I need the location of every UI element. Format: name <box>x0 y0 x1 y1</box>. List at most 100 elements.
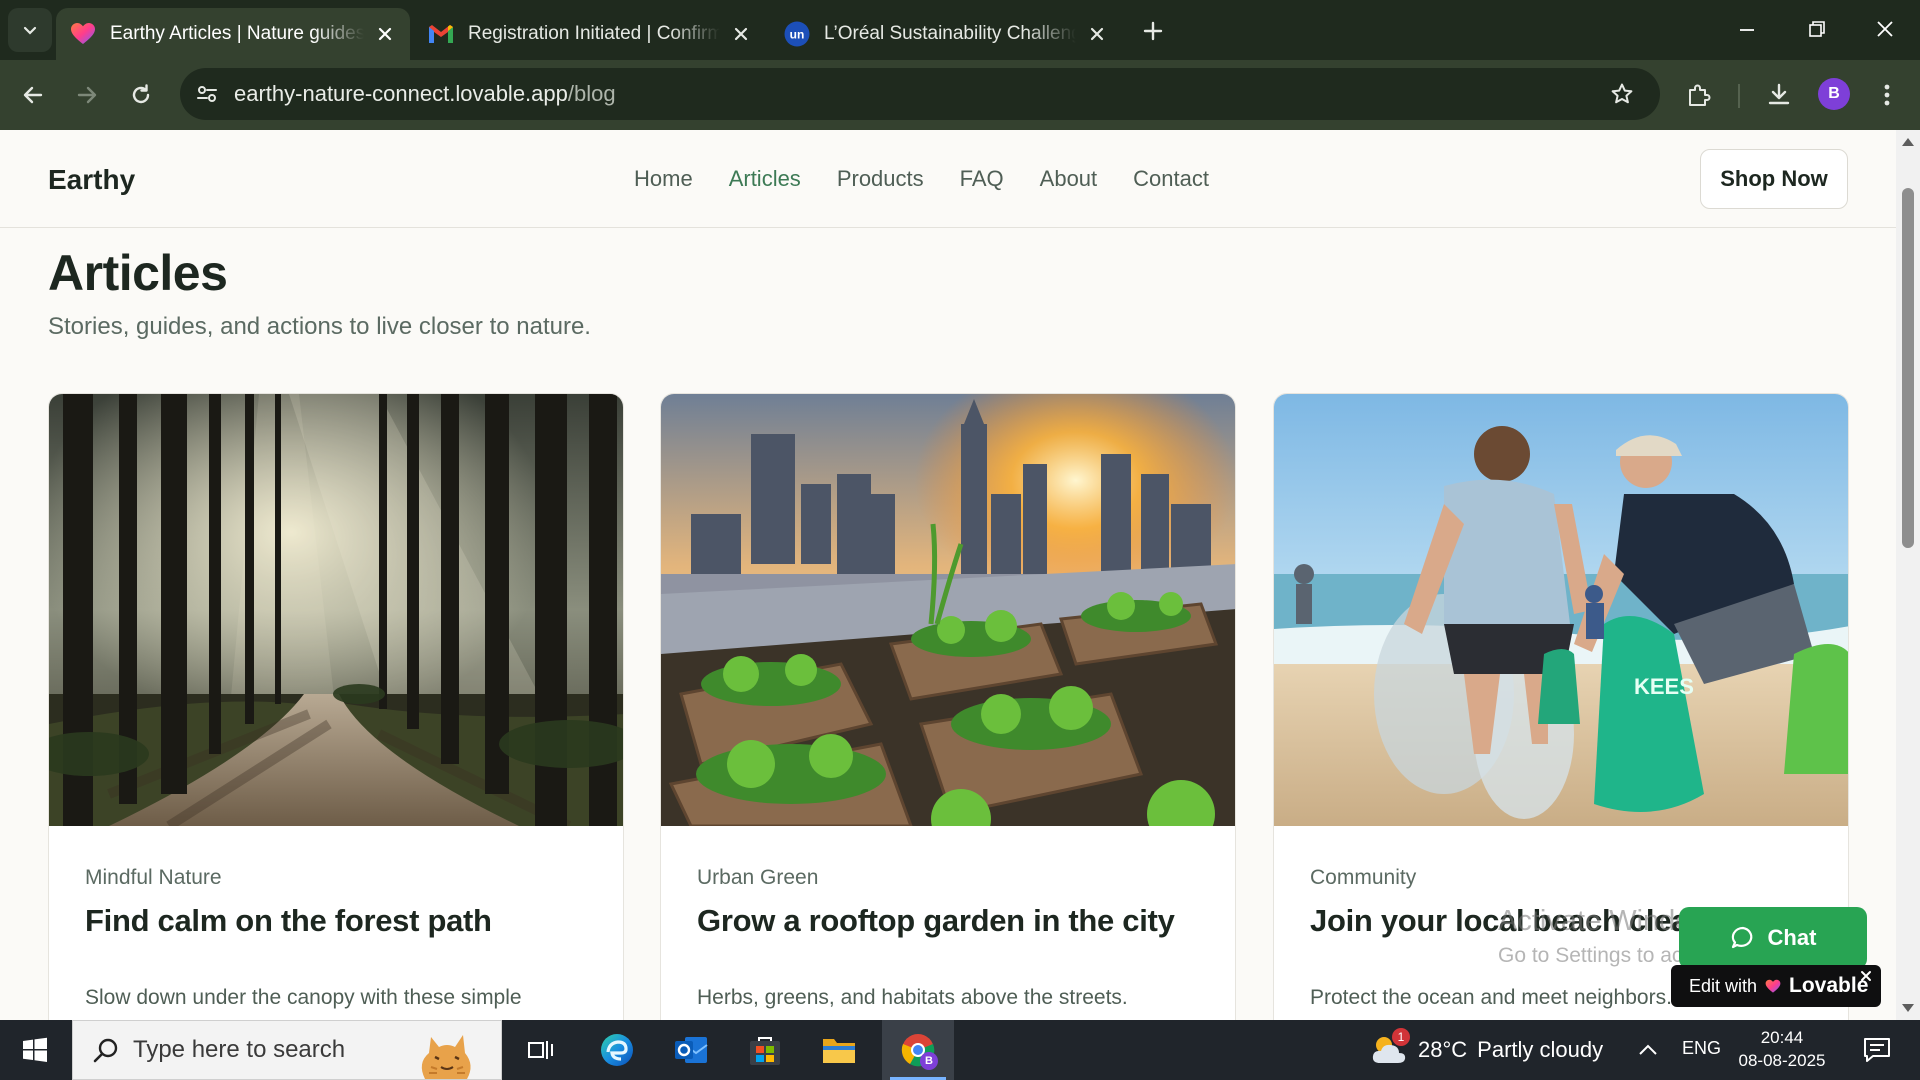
weather-alert-badge: 1 <box>1392 1028 1410 1046</box>
taskbar-outlook[interactable] <box>660 1020 722 1080</box>
weather-widget[interactable]: 1 28°C Partly cloudy <box>1370 1020 1603 1080</box>
chat-label: Chat <box>1767 925 1817 950</box>
svg-text:un: un <box>790 28 805 42</box>
bookmark-star-icon[interactable] <box>1600 72 1644 116</box>
article-category: Community <box>1310 866 1417 889</box>
shop-now-button[interactable]: Shop Now <box>1700 149 1848 209</box>
search-placeholder: Type here to search <box>133 1036 346 1063</box>
nav-home[interactable]: Home <box>634 166 693 192</box>
chevron-down-icon <box>23 26 37 35</box>
minimize-icon <box>1740 29 1754 31</box>
windows-taskbar: Type here to search B 1 28°C Partly clou… <box>0 1020 1920 1080</box>
taskbar-search[interactable]: Type here to search <box>72 1020 502 1080</box>
article-card[interactable]: Urban Green Grow a rooftop garden in the… <box>660 393 1236 1020</box>
forward-button[interactable] <box>64 72 110 118</box>
task-view-icon <box>528 1041 553 1059</box>
page-scrollbar[interactable] <box>1896 130 1920 1020</box>
download-icon <box>1768 83 1790 105</box>
article-excerpt: Herbs, greens, and habitats above the st… <box>697 986 1128 1009</box>
nav-articles[interactable]: Articles <box>729 166 801 192</box>
reload-button[interactable] <box>118 72 164 118</box>
article-excerpt: Slow down under the canopy with these si… <box>85 986 522 1020</box>
taskbar-store[interactable] <box>734 1020 796 1080</box>
url-text[interactable]: earthy-nature-connect.lovable.app/blog <box>234 81 616 107</box>
close-badge-icon[interactable] <box>1857 967 1875 985</box>
notification-center-button[interactable] <box>1852 1020 1902 1080</box>
language-indicator[interactable]: ENG <box>1682 1038 1721 1059</box>
puzzle-icon <box>1689 84 1711 106</box>
start-button[interactable] <box>0 1020 70 1080</box>
scroll-up-arrow-icon[interactable] <box>1900 134 1916 150</box>
tab-title: L’Oréal Sustainability Challenge <box>824 23 1076 44</box>
back-button[interactable] <box>10 72 56 118</box>
new-tab-button[interactable] <box>1136 14 1170 48</box>
minimize-button[interactable] <box>1724 8 1770 50</box>
article-card[interactable]: Mindful Nature Find calm on the forest p… <box>48 393 624 1020</box>
forest-path-image <box>49 394 623 826</box>
article-category: Urban Green <box>697 866 819 889</box>
show-hidden-icons-button[interactable] <box>1628 1020 1668 1080</box>
restore-button[interactable] <box>1794 8 1840 50</box>
url-host: earthy-nature-connect.lovable.app <box>234 81 568 106</box>
close-tab-icon[interactable] <box>374 23 396 45</box>
taskbar-file-explorer[interactable] <box>808 1020 870 1080</box>
lovable-heart-icon <box>70 21 96 47</box>
page-title: Articles <box>48 245 228 301</box>
browser-menu-button[interactable] <box>1864 72 1910 118</box>
site-settings-icon[interactable] <box>184 71 230 117</box>
page-subtitle: Stories, guides, and actions to live clo… <box>48 313 591 340</box>
article-title[interactable]: Grow a rooftop garden in the city <box>697 903 1175 939</box>
nav-faq[interactable]: FAQ <box>960 166 1004 192</box>
brand-logo[interactable]: Earthy <box>48 164 135 196</box>
nav-about[interactable]: About <box>1040 166 1098 192</box>
browser-toolbar: earthy-nature-connect.lovable.app/blog B <box>0 60 1920 130</box>
close-window-button[interactable] <box>1862 8 1908 50</box>
task-view-button[interactable] <box>510 1020 572 1080</box>
notification-icon <box>1864 1038 1890 1062</box>
browser-tab-loreal[interactable]: un L’Oréal Sustainability Challenge <box>770 8 1122 60</box>
edge-browser-icon <box>601 1034 633 1066</box>
close-icon <box>1877 21 1893 37</box>
scrollbar-thumb[interactable] <box>1902 188 1914 548</box>
address-bar[interactable]: earthy-nature-connect.lovable.app/blog <box>180 68 1660 120</box>
close-tab-icon[interactable] <box>730 23 752 45</box>
more-vertical-icon <box>1884 84 1890 106</box>
weather-temp: 28°C <box>1418 1037 1468 1062</box>
search-icon <box>93 1038 118 1063</box>
beach-cleanup-image: KEES <box>1274 394 1848 826</box>
article-category: Mindful Nature <box>85 866 222 889</box>
toolbar-separator <box>1738 84 1740 108</box>
browser-tab-earthy[interactable]: Earthy Articles | Nature guides & action… <box>56 8 410 60</box>
taskbar-edge[interactable] <box>586 1020 648 1080</box>
page-viewport: Earthy Home Articles Products FAQ About … <box>0 130 1896 1020</box>
main-nav: Home Articles Products FAQ About Contact <box>634 166 1209 192</box>
taskbar-chrome-active[interactable]: B <box>882 1020 954 1080</box>
folder-icon <box>823 1039 855 1063</box>
system-clock[interactable]: 20:44 08-08-2025 <box>1734 1026 1830 1072</box>
nav-contact[interactable]: Contact <box>1133 166 1209 192</box>
browser-tabstrip: Earthy Articles | Nature guides & action… <box>0 0 1920 60</box>
profile-avatar[interactable]: B <box>1818 78 1850 110</box>
gmail-icon <box>428 21 454 47</box>
browser-tab-gmail[interactable]: Registration Initiated | Confirmation <box>414 8 766 60</box>
chevron-up-icon <box>1639 1044 1657 1055</box>
plus-icon <box>1143 21 1163 41</box>
site-header: Earthy Home Articles Products FAQ About … <box>0 130 1896 228</box>
clock-date: 08-08-2025 <box>1738 1051 1826 1070</box>
rooftop-garden-image <box>661 394 1235 826</box>
close-tab-icon[interactable] <box>1086 23 1108 45</box>
extensions-button[interactable] <box>1676 72 1722 118</box>
url-path: /blog <box>567 81 616 106</box>
edit-with-lovable-badge[interactable]: Edit with Lovable <box>1671 965 1881 1007</box>
lovable-heart-icon <box>1765 979 1781 993</box>
article-title[interactable]: Find calm on the forest path <box>85 903 492 939</box>
tab-search-button[interactable] <box>8 8 52 52</box>
chat-bubble-icon <box>1731 926 1752 949</box>
scroll-down-arrow-icon[interactable] <box>1900 1000 1916 1016</box>
nav-products[interactable]: Products <box>837 166 924 192</box>
lovable-prefix: Edit with <box>1689 975 1758 996</box>
tab-title: Earthy Articles | Nature guides & action… <box>110 23 364 44</box>
chat-button[interactable]: Chat <box>1679 907 1867 969</box>
downloads-button[interactable] <box>1756 72 1802 118</box>
restore-icon <box>1809 21 1825 37</box>
